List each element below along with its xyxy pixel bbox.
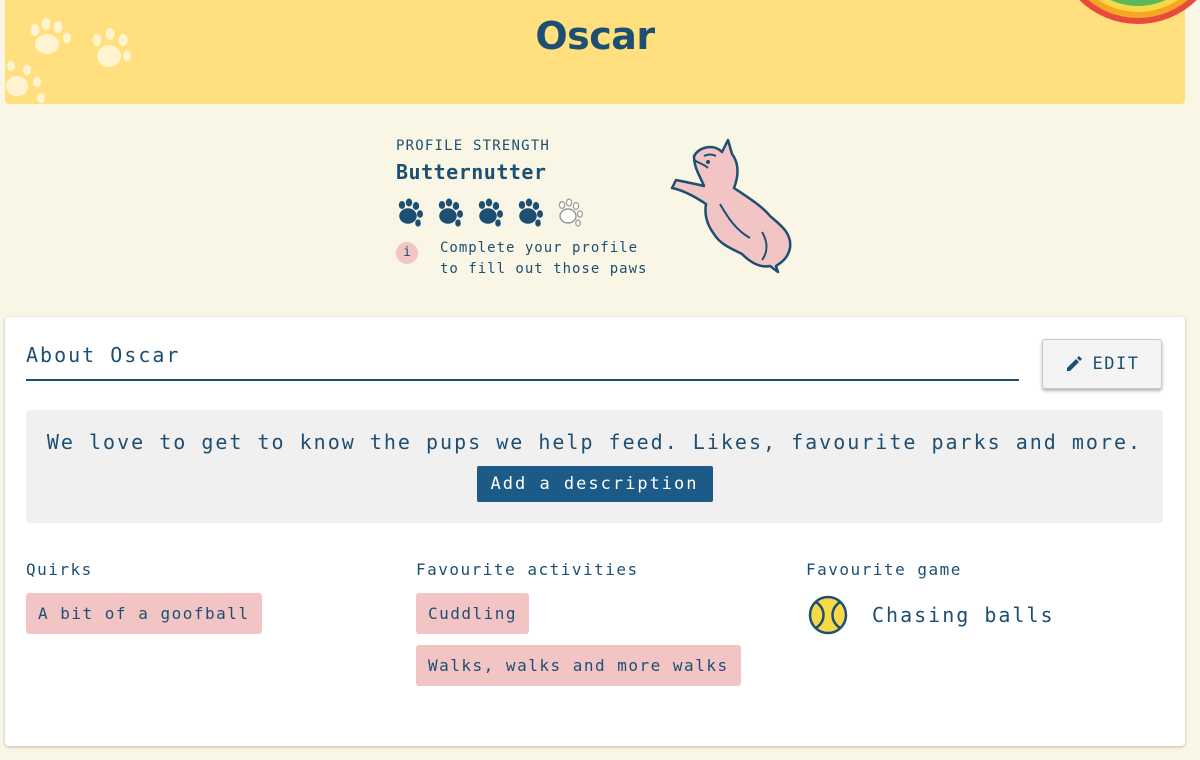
jumping-dog-illustration-icon: [670, 138, 792, 274]
description-prompt: We love to get to know the pups we help …: [46, 430, 1143, 454]
quirks-label: Quirks: [26, 560, 93, 579]
profile-info-text: Complete your profile to fill out those …: [440, 238, 647, 280]
paw-empty-icon: [558, 198, 584, 227]
activity-chip: Walks, walks and more walks: [416, 645, 741, 686]
pencil-icon: [1066, 356, 1082, 371]
add-description-button[interactable]: Add a description: [476, 466, 713, 502]
page-title: Oscar: [535, 14, 655, 58]
paw-filled-icon: [518, 198, 544, 227]
quirk-chip: A bit of a goofball: [26, 593, 262, 634]
about-title: About Oscar: [26, 343, 1019, 381]
game-label: Favourite game: [806, 560, 962, 579]
game-section: Favourite game Chasing balls: [806, 560, 1055, 637]
edit-label: EDIT: [1092, 354, 1140, 374]
tennis-ball-icon: [808, 595, 848, 635]
description-box: We love to get to know the pups we help …: [26, 410, 1163, 523]
activity-chip: Cuddling: [416, 593, 530, 634]
info-icon: i: [396, 242, 418, 264]
info-line-1: Complete your profile: [440, 240, 639, 256]
favourite-game-value: Chasing balls: [872, 603, 1055, 627]
quirks-section: Quirks A bit of a goofball: [26, 560, 262, 634]
paw-filled-icon: [438, 198, 464, 227]
header-banner: Oscar: [5, 0, 1185, 104]
activities-label: Favourite activities: [416, 560, 639, 579]
about-card: About Oscar EDIT We love to get to know …: [5, 317, 1185, 746]
paw-filled-icon: [398, 198, 424, 227]
edit-button[interactable]: EDIT: [1042, 339, 1162, 389]
info-line-2: to fill out those paws: [440, 261, 648, 277]
paw-filled-icon: [478, 198, 504, 227]
rainbow-badge-icon: [1079, 0, 1197, 24]
activities-section: Favourite activities Cuddling Walks, wal…: [416, 560, 741, 686]
